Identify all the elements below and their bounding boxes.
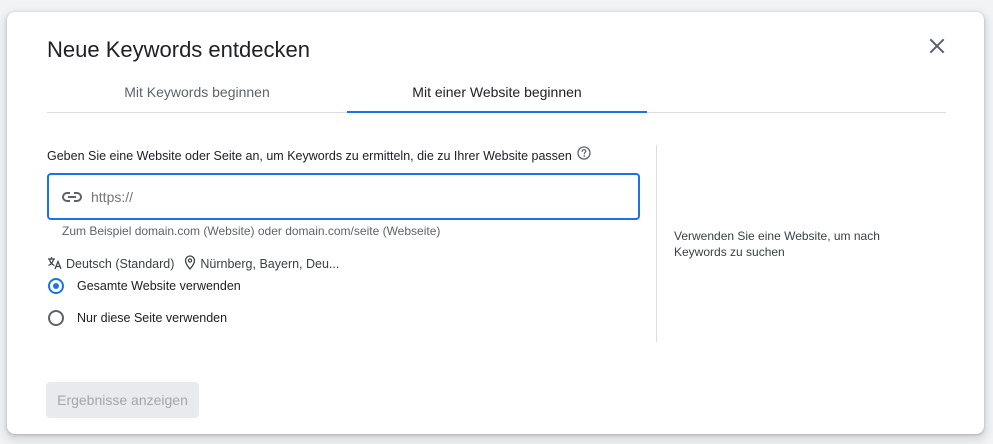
radio-whole-website-label: Gesamte Website verwenden <box>77 279 241 293</box>
radio-button-unchecked[interactable] <box>48 310 64 326</box>
language-selector[interactable]: Deutsch (Standard) <box>47 256 174 273</box>
vertical-divider <box>656 145 657 342</box>
radio-whole-website[interactable]: Gesamte Website verwenden <box>47 278 241 294</box>
radio-this-page-only-label: Nur diese Seite verwenden <box>77 311 228 325</box>
tab-start-with-website[interactable]: Mit einer Website beginnen <box>347 72 647 113</box>
location-selector[interactable]: Nürnberg, Bayern, Deu... <box>184 255 339 273</box>
translate-icon <box>47 256 62 273</box>
close-button[interactable] <box>925 36 949 60</box>
url-hint: Zum Beispiel domain.com (Website) oder d… <box>62 224 441 238</box>
tab-bar: Mit Keywords beginnen Mit einer Website … <box>47 72 946 113</box>
radio-this-page-only[interactable]: Nur diese Seite verwenden <box>47 310 227 326</box>
tab-start-with-keywords[interactable]: Mit Keywords beginnen <box>47 72 347 112</box>
targeting-row: Deutsch (Standard) Nürnberg, Bayern, Deu… <box>47 255 339 273</box>
side-note: Verwenden Sie eine Website, um nach Keyw… <box>674 229 880 259</box>
language-label: Deutsch (Standard) <box>66 257 175 271</box>
location-label: Nürnberg, Bayern, Deu... <box>200 257 340 271</box>
url-field[interactable] <box>47 173 640 220</box>
link-icon <box>61 191 83 203</box>
show-results-button[interactable]: Ergebnisse anzeigen <box>46 382 199 418</box>
keyword-discovery-dialog: Neue Keywords entdecken Mit Keywords beg… <box>7 12 984 434</box>
url-input[interactable] <box>89 187 613 206</box>
website-prompt: Geben Sie eine Website oder Seite an, um… <box>47 146 591 163</box>
dialog-title: Neue Keywords entdecken <box>47 37 310 62</box>
help-circle-icon[interactable] <box>577 146 591 160</box>
location-pin-icon <box>184 255 196 273</box>
radio-button-checked[interactable] <box>48 278 64 294</box>
website-prompt-label: Geben Sie eine Website oder Seite an, um… <box>47 149 572 163</box>
close-icon <box>929 38 945 59</box>
